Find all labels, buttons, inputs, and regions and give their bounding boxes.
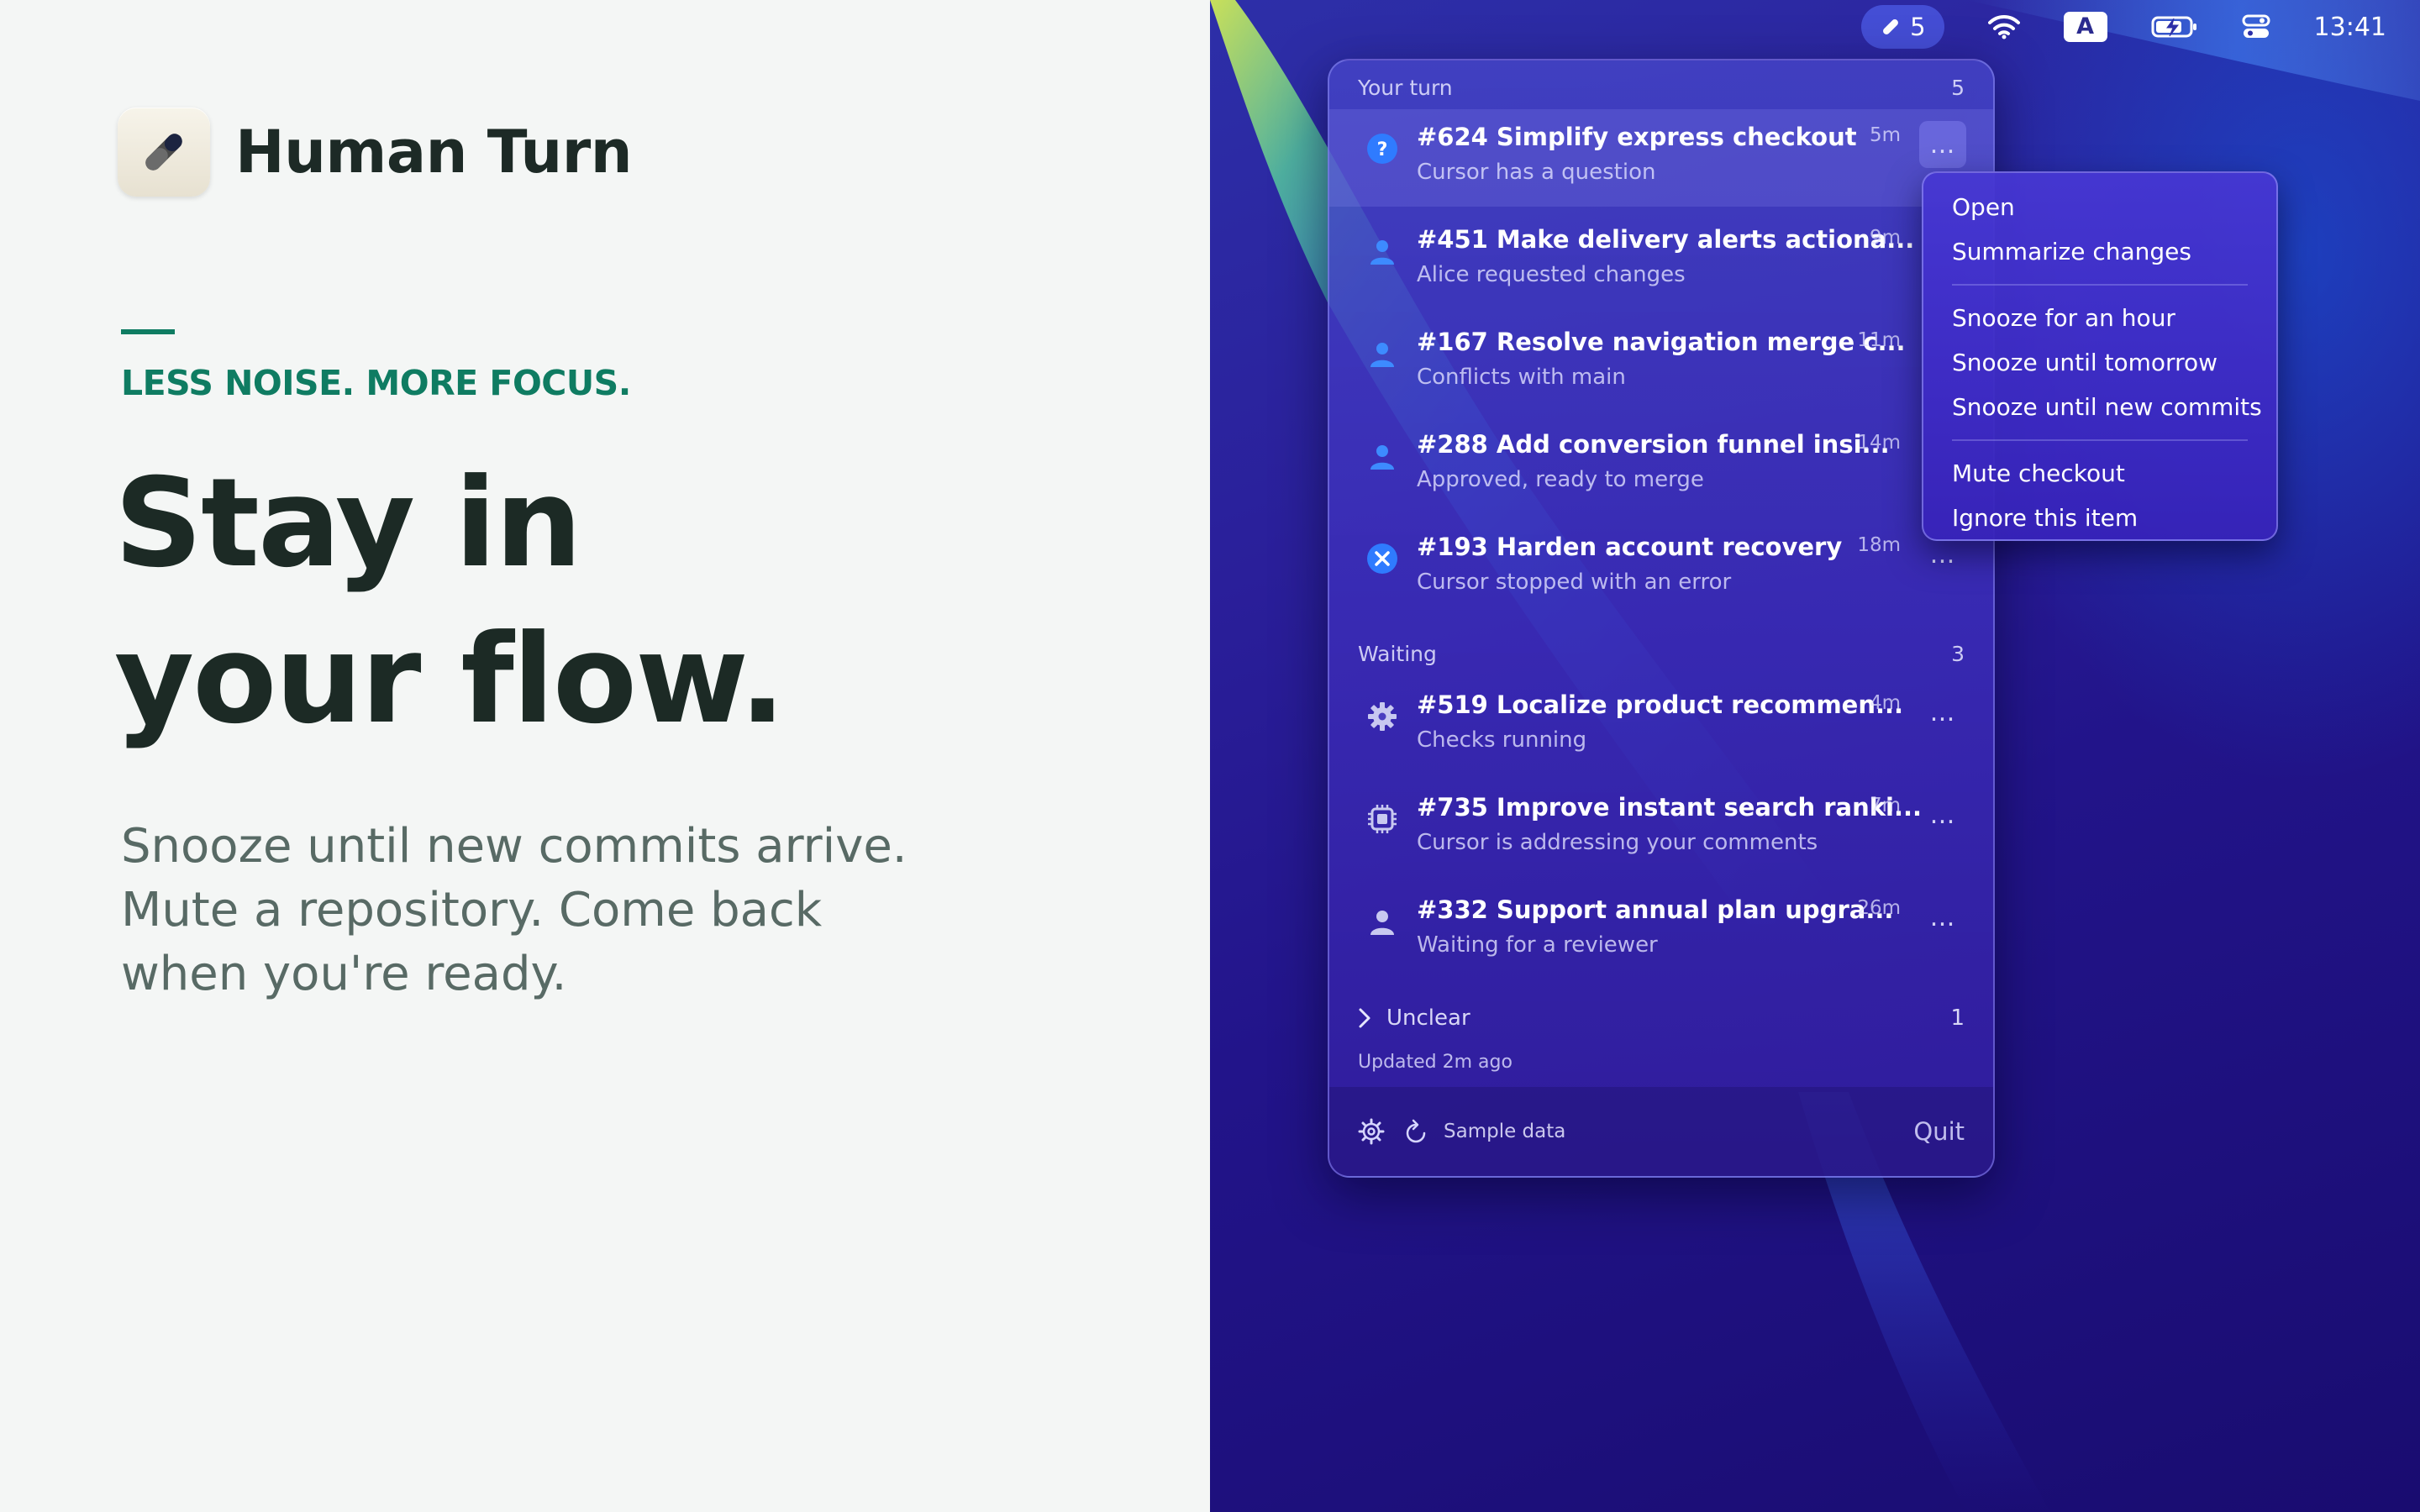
input-source-label: A: [2063, 12, 2107, 42]
item-subtitle: Alice requested changes: [1417, 262, 1686, 287]
headline-line-1: Stay in: [114, 452, 582, 595]
body-copy-line-1: Snooze until new commits arrive.: [121, 819, 908, 874]
body-copy-line-3: when you're ready.: [121, 947, 567, 1001]
settings-gear-icon[interactable]: [1358, 1118, 1385, 1145]
item-time: 7m: [1869, 795, 1901, 816]
menu-item-snooze-tomorrow[interactable]: Snooze until tomorrow: [1923, 340, 2276, 385]
section-count: 3: [1951, 642, 1965, 666]
more-options-button[interactable]: …: [1919, 121, 1966, 168]
list-item[interactable]: ? #624 Simplify express checkout Cursor …: [1329, 109, 1993, 207]
menu-item-summarize-changes[interactable]: Summarize changes: [1923, 229, 2276, 274]
sample-data-label: Sample data: [1444, 1121, 1566, 1142]
human-turn-popover: Your turn 5 ? #624 Simplify express chec…: [1328, 59, 1995, 1178]
section-unclear-toggle[interactable]: Unclear 1: [1358, 1001, 1965, 1035]
item-title: #288 Add conversion funnel insi...: [1417, 430, 1890, 459]
body-copy-line-2: Mute a repository. Come back: [121, 883, 823, 937]
item-subtitle: Cursor stopped with an error: [1417, 570, 1732, 595]
list-item[interactable]: #167 Resolve navigation merge c... Confl…: [1329, 314, 1993, 412]
updated-timestamp: Updated 2m ago: [1358, 1052, 1512, 1073]
accent-bar: [121, 329, 175, 334]
list-item[interactable]: #332 Support annual plan upgra... Waitin…: [1329, 882, 1993, 979]
quit-button[interactable]: Quit: [1913, 1117, 1965, 1146]
item-time: 9m: [1869, 227, 1901, 249]
item-subtitle: Waiting for a reviewer: [1417, 932, 1658, 958]
control-center-icon[interactable]: [2242, 14, 2270, 39]
item-title: #193 Harden account recovery: [1417, 533, 1843, 561]
person-icon: [1365, 904, 1400, 939]
popover-footer: Sample data Quit: [1329, 1087, 1993, 1176]
brand: Human Turn: [118, 108, 633, 197]
list-item[interactable]: #519 Localize product recommen... Checks…: [1329, 677, 1993, 774]
more-options-button[interactable]: …: [1919, 894, 1966, 941]
item-time: 18m: [1857, 534, 1901, 556]
section-count: 5: [1951, 76, 1965, 100]
more-options-button[interactable]: …: [1919, 689, 1966, 736]
body-copy: Snooze until new commits arrive. Mute a …: [121, 815, 928, 1006]
menubar-app-status[interactable]: 5: [1861, 5, 1944, 49]
item-time: 26m: [1857, 897, 1901, 919]
item-subtitle: Conflicts with main: [1417, 365, 1626, 390]
tagline: LESS NOISE. MORE FOCUS.: [121, 363, 631, 403]
battery-icon[interactable]: [2151, 15, 2198, 39]
question-icon: ?: [1365, 131, 1400, 166]
svg-text:?: ?: [1377, 139, 1388, 160]
item-title: #332 Support annual plan upgra...: [1417, 895, 1894, 924]
item-title: #451 Make delivery alerts actiona...: [1417, 225, 1915, 254]
item-title: #624 Simplify express checkout: [1417, 123, 1857, 151]
wifi-icon[interactable]: [1987, 14, 2020, 39]
menu-item-snooze-new-commits[interactable]: Snooze until new commits: [1923, 385, 2276, 429]
menu-item-mute-checkout[interactable]: Mute checkout: [1923, 451, 2276, 496]
menu-item-open[interactable]: Open: [1923, 185, 2276, 229]
section-label: Waiting: [1358, 642, 1437, 666]
headline: Stay in your flow.: [114, 445, 786, 758]
list-item[interactable]: #451 Make delivery alerts actiona... Ali…: [1329, 212, 1993, 309]
chevron-right-icon: [1359, 1008, 1370, 1028]
gear-icon: [1365, 699, 1400, 734]
person-icon: [1365, 336, 1400, 371]
brand-name: Human Turn: [235, 118, 633, 186]
menu-item-snooze-hour[interactable]: Snooze for an hour: [1923, 296, 2276, 340]
item-subtitle: Checks running: [1417, 727, 1587, 753]
app-icon: [118, 108, 210, 197]
item-subtitle: Approved, ready to merge: [1417, 467, 1704, 492]
menubar-clock[interactable]: 13:41: [2314, 13, 2386, 42]
chip-icon: [1365, 801, 1400, 837]
item-time: 5m: [1869, 124, 1901, 146]
item-title: #519 Localize product recommen...: [1417, 690, 1904, 719]
section-your-turn: Your turn 5: [1358, 76, 1965, 109]
item-subtitle: Cursor is addressing your comments: [1417, 830, 1818, 855]
more-options-button[interactable]: …: [1919, 791, 1966, 838]
person-icon: [1365, 234, 1400, 269]
item-context-menu: Open Summarize changes Snooze for an hou…: [1922, 171, 2278, 541]
menu-bar: 5 A 13:41: [1210, 0, 2420, 54]
headline-line-2: your flow.: [114, 608, 786, 751]
item-title: #735 Improve instant search ranki...: [1417, 793, 1922, 822]
pen-icon: [1883, 19, 1899, 34]
pen-icon: [145, 134, 182, 171]
menu-separator: [1952, 284, 2248, 286]
item-time: 11m: [1857, 329, 1901, 351]
section-label: Your turn: [1358, 76, 1453, 100]
item-title: #167 Resolve navigation merge c...: [1417, 328, 1906, 356]
list-item[interactable]: #193 Harden account recovery Cursor stop…: [1329, 519, 1993, 617]
menu-separator: [1952, 439, 2248, 441]
menubar-badge-count: 5: [1910, 13, 1926, 41]
list-item[interactable]: #288 Add conversion funnel insi... Appro…: [1329, 417, 1993, 514]
item-time: 14m: [1857, 432, 1901, 454]
person-icon: [1365, 438, 1400, 474]
item-subtitle: Cursor has a question: [1417, 160, 1656, 185]
input-source-icon[interactable]: A: [2063, 12, 2107, 42]
list-item[interactable]: #735 Improve instant search ranki... Cur…: [1329, 780, 1993, 877]
menu-item-ignore-item[interactable]: Ignore this item: [1923, 496, 2276, 540]
item-time: 4m: [1869, 692, 1901, 714]
marketing-panel: Human Turn LESS NOISE. MORE FOCUS. Stay …: [0, 0, 1210, 1512]
error-icon: [1365, 541, 1400, 576]
section-label: Unclear: [1386, 1005, 1470, 1031]
section-count: 1: [1950, 1005, 1965, 1031]
section-waiting: Waiting 3: [1358, 642, 1965, 675]
refresh-icon[interactable]: [1403, 1118, 1428, 1145]
